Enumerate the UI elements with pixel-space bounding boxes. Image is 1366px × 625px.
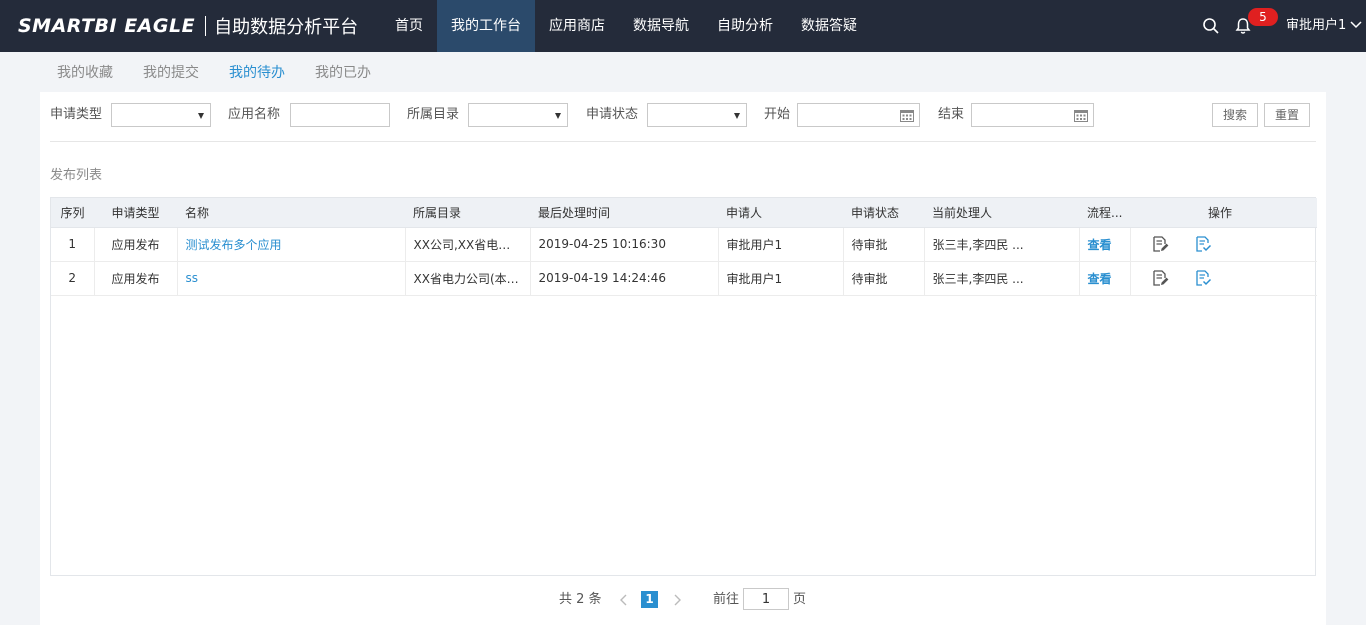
- edit-doc-icon[interactable]: [1151, 235, 1169, 253]
- row-applicant: 审批用户1: [718, 261, 844, 296]
- page-number-button[interactable]: 1: [641, 591, 658, 608]
- logo[interactable]: SMARTBI EAGLE 自助数据分析平台: [18, 12, 358, 40]
- row-directory: XX公司,XX省电力...: [405, 227, 531, 262]
- status-label: 申请状态: [586, 107, 639, 122]
- platform-title: 自助数据分析平台: [214, 17, 359, 38]
- main-panel: 申请类型 应用名称 所属目录 申请状态 开始 结束 搜索 重置 发布列表 序列 …: [40, 92, 1326, 625]
- col-handler: 当前处理人: [924, 198, 1079, 228]
- nav-data-navigation[interactable]: 数据导航: [619, 0, 703, 52]
- top-navigation-bar: SMARTBI EAGLE 自助数据分析平台 首页 我的工作台 应用商店 数据导…: [0, 0, 1366, 52]
- col-status: 申请状态: [843, 198, 924, 228]
- workbench-tabs: 我的收藏 我的提交 我的待办 我的已办: [57, 62, 371, 84]
- table-row: 2 应用发布 ss XX省电力公司(本部) 2019-04-19 14:24:4…: [51, 261, 1317, 296]
- col-blank: [1130, 198, 1172, 228]
- approve-doc-icon[interactable]: [1194, 235, 1212, 253]
- table-header-row: 序列 申请类型 名称 所属目录 最后处理时间 申请人 申请状态 当前处理人 流程…: [51, 198, 1317, 228]
- chevron-right-icon[interactable]: [671, 594, 683, 606]
- start-date-label: 开始: [764, 107, 791, 122]
- nav-home[interactable]: 首页: [381, 0, 437, 52]
- apply-type-label: 申请类型: [50, 107, 103, 122]
- col-process: 流程...: [1079, 198, 1130, 228]
- directory-select[interactable]: [468, 103, 568, 127]
- search-button[interactable]: 搜索: [1212, 103, 1258, 127]
- notification-badge[interactable]: 5: [1248, 8, 1278, 26]
- col-operation: 操作: [1172, 198, 1317, 228]
- row-last-time: 2019-04-25 10:16:30: [530, 227, 719, 262]
- approve-doc-icon[interactable]: [1194, 269, 1212, 287]
- search-icon[interactable]: [1202, 17, 1220, 35]
- user-menu[interactable]: 审批用户1: [1286, 0, 1346, 52]
- end-date-label: 结束: [938, 107, 965, 122]
- nav-self-service-analysis[interactable]: 自助分析: [703, 0, 787, 52]
- end-date-input[interactable]: [971, 103, 1094, 127]
- tab-my-favorites[interactable]: 我的收藏: [57, 62, 113, 84]
- nav-data-qa[interactable]: 数据答疑: [787, 0, 871, 52]
- goto-page-input[interactable]: [743, 588, 789, 610]
- calendar-icon[interactable]: [900, 109, 914, 122]
- logo-wordmark: SMARTBI EAGLE: [18, 15, 196, 37]
- goto-label: 前往: [713, 592, 740, 607]
- row-status: 待审批: [843, 227, 925, 262]
- row-index: 1: [51, 227, 95, 262]
- main-nav: 首页 我的工作台 应用商店 数据导航 自助分析 数据答疑: [381, 0, 871, 52]
- col-directory: 所属目录: [405, 198, 530, 228]
- app-name-label: 应用名称: [228, 107, 281, 122]
- filter-bar: 申请类型 应用名称 所属目录 申请状态 开始 结束 搜索 重置: [50, 103, 1316, 127]
- col-apply-type: 申请类型: [94, 198, 177, 228]
- start-date-input[interactable]: [797, 103, 920, 127]
- chevron-down-icon[interactable]: [1350, 20, 1362, 30]
- edit-doc-icon[interactable]: [1151, 269, 1169, 287]
- publish-list-table: 序列 申请类型 名称 所属目录 最后处理时间 申请人 申请状态 当前处理人 流程…: [50, 197, 1317, 576]
- nav-app-store[interactable]: 应用商店: [535, 0, 619, 52]
- nav-my-workbench[interactable]: 我的工作台: [437, 0, 535, 52]
- status-select[interactable]: [647, 103, 747, 127]
- col-applicant: 申请人: [718, 198, 843, 228]
- row-process-view-link[interactable]: 查看: [1079, 227, 1131, 262]
- col-index: 序列: [51, 198, 94, 228]
- directory-label: 所属目录: [407, 107, 460, 122]
- row-directory: XX省电力公司(本部): [405, 261, 531, 296]
- row-name-link[interactable]: 测试发布多个应用: [177, 227, 406, 262]
- row-apply-type: 应用发布: [94, 261, 178, 296]
- row-operations: [1130, 261, 1317, 296]
- row-apply-type: 应用发布: [94, 227, 178, 262]
- dropdown-caret-icon: [198, 113, 204, 119]
- apply-type-select[interactable]: [111, 103, 211, 127]
- row-handler: 张三丰,李四民 ...: [924, 227, 1080, 262]
- dropdown-caret-icon: [555, 113, 561, 119]
- chevron-left-icon[interactable]: [618, 594, 630, 606]
- pagination-total: 共 2 条: [559, 592, 602, 607]
- row-applicant: 审批用户1: [718, 227, 844, 262]
- pagination: 共 2 条 1 前往 页: [559, 588, 859, 612]
- row-status: 待审批: [843, 261, 925, 296]
- row-handler: 张三丰,李四民 ...: [924, 261, 1080, 296]
- page-unit-label: 页: [793, 592, 807, 607]
- logo-divider: [205, 16, 207, 36]
- tab-my-submissions[interactable]: 我的提交: [143, 62, 199, 84]
- tab-my-todo[interactable]: 我的待办: [229, 62, 285, 84]
- table-row: 1 应用发布 测试发布多个应用 XX公司,XX省电力... 2019-04-25…: [51, 227, 1317, 262]
- dropdown-caret-icon: [734, 113, 740, 119]
- row-process-view-link[interactable]: 查看: [1079, 261, 1131, 296]
- app-name-input[interactable]: [290, 103, 390, 127]
- row-index: 2: [51, 261, 95, 296]
- row-name-link[interactable]: ss: [177, 261, 406, 296]
- row-last-time: 2019-04-19 14:24:46: [530, 261, 719, 296]
- tab-my-done[interactable]: 我的已办: [315, 62, 371, 84]
- reset-button[interactable]: 重置: [1264, 103, 1310, 127]
- col-name: 名称: [177, 198, 405, 228]
- list-title: 发布列表: [50, 168, 103, 183]
- filter-divider: [50, 141, 1316, 142]
- row-operations: [1130, 227, 1317, 262]
- calendar-icon[interactable]: [1074, 109, 1088, 122]
- col-last-time: 最后处理时间: [530, 198, 718, 228]
